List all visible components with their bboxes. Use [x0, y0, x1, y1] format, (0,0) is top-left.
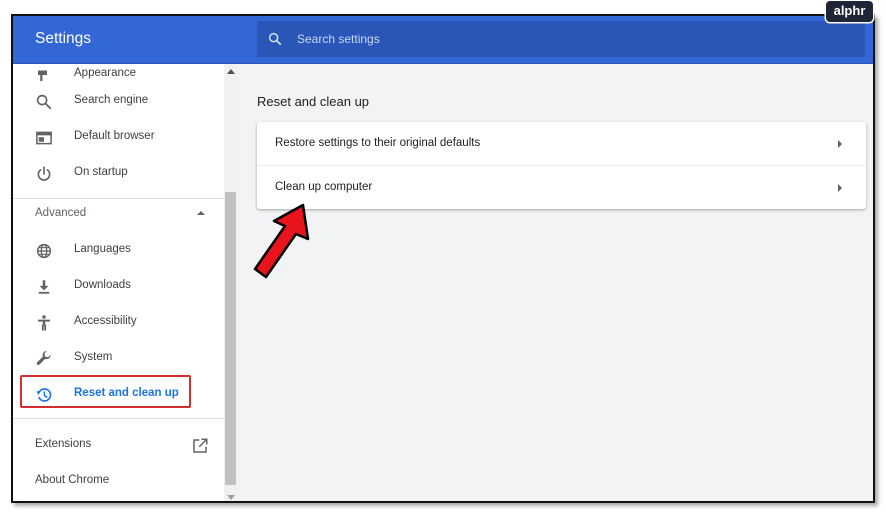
sidebar-item-downloads[interactable]: Downloads	[13, 269, 224, 303]
row-label: Restore settings to their original defau…	[275, 137, 481, 149]
sidebar-item-default-browser[interactable]: Default browser	[13, 120, 224, 154]
scroll-down-arrow-icon[interactable]	[227, 495, 235, 500]
sidebar-item-accessibility[interactable]: Accessibility	[13, 305, 224, 339]
search-icon	[268, 32, 282, 46]
browser-window-icon	[36, 131, 52, 145]
chevron-right-icon	[838, 184, 842, 192]
sidebar-item-label: System	[74, 351, 113, 363]
sidebar-item-languages[interactable]: Languages	[13, 233, 224, 267]
page-title: Reset and clean up	[257, 94, 370, 109]
sidebar: Appearance Search engine Default browser…	[13, 64, 224, 501]
sidebar-item-about-chrome[interactable]: About Chrome	[13, 464, 224, 498]
power-icon	[37, 166, 51, 181]
search-box[interactable]: Search settings	[257, 21, 865, 57]
sidebar-item-label: Default browser	[74, 130, 155, 142]
sidebar-item-label: Languages	[74, 243, 131, 255]
alphr-watermark-logo: alphr	[826, 1, 873, 22]
highlight-box	[20, 375, 191, 408]
row-label: Clean up computer	[275, 181, 373, 193]
sidebar-item-search-engine[interactable]: Search engine	[13, 84, 224, 118]
wrench-icon	[36, 350, 51, 365]
app-title: Settings	[35, 30, 92, 47]
paintbrush-icon	[38, 70, 47, 81]
sidebar-item-label: Downloads	[74, 279, 131, 291]
settings-window: Settings Search settings Appearance Sear…	[11, 14, 875, 503]
reset-card: Restore settings to their original defau…	[257, 122, 866, 209]
sidebar-item-label: Appearance	[74, 67, 137, 79]
sidebar-divider	[13, 198, 224, 199]
sidebar-item-label: Extensions	[35, 438, 92, 450]
sidebar-scrollbar[interactable]	[224, 64, 237, 501]
download-icon	[38, 280, 50, 294]
sidebar-item-on-startup[interactable]: On startup	[13, 156, 224, 190]
chevron-up-icon[interactable]	[197, 211, 205, 215]
advanced-section-toggle[interactable]: Advanced	[35, 207, 86, 219]
red-pointer-arrow-icon	[253, 203, 310, 279]
sidebar-item-label: About Chrome	[35, 474, 110, 486]
main-content: Reset and clean up Restore settings to t…	[237, 64, 873, 501]
sidebar-item-label: Accessibility	[74, 315, 137, 327]
scroll-thumb[interactable]	[225, 192, 236, 485]
sidebar-divider	[13, 418, 224, 419]
sidebar-item-label: On startup	[74, 166, 128, 178]
accessibility-icon	[38, 315, 50, 331]
sidebar-item-label: Search engine	[74, 94, 149, 106]
top-bar: Settings Search settings	[13, 16, 873, 64]
restore-defaults-row[interactable]: Restore settings to their original defau…	[257, 122, 866, 165]
chevron-right-icon	[838, 140, 842, 148]
clean-up-computer-row[interactable]: Clean up computer	[257, 166, 866, 209]
sidebar-item-extensions[interactable]: Extensions	[13, 428, 224, 462]
open-in-new-icon	[193, 438, 208, 453]
globe-icon	[36, 243, 52, 259]
sidebar-item-system[interactable]: System	[13, 341, 224, 375]
search-icon	[36, 94, 52, 110]
search-input[interactable]: Search settings	[297, 32, 380, 46]
scroll-up-arrow-icon[interactable]	[227, 69, 235, 74]
